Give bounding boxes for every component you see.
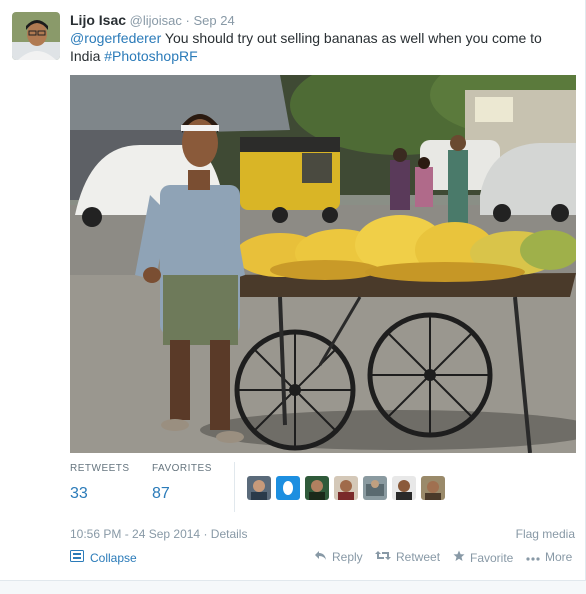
reply-button[interactable]: Reply xyxy=(314,550,363,564)
favoriter-avatar[interactable] xyxy=(276,476,300,500)
retweets-count: 33 xyxy=(70,485,88,502)
favorites-count: 87 xyxy=(152,485,170,502)
reply-icon xyxy=(314,550,327,564)
author-username[interactable]: @lijoisac xyxy=(130,13,182,28)
collapse-icon xyxy=(70,550,84,565)
tweet-header: Lijo Isac @lijoisac · Sep 24 xyxy=(70,12,235,29)
tweet-actions: Collapse Reply Retweet Favorite More xyxy=(70,550,576,568)
tweet-timestamp[interactable]: 10:56 PM - 24 Sep 2014 xyxy=(70,527,200,541)
tweet-card: Lijo Isac @lijoisac · Sep 24 @rogerfeder… xyxy=(0,0,586,580)
tweet-text: @rogerfederer You should try out selling… xyxy=(70,29,570,65)
author-avatar[interactable] xyxy=(12,12,60,60)
more-label: More xyxy=(545,550,573,564)
favoriter-avatar[interactable] xyxy=(334,476,358,500)
retweets-stat[interactable]: RETWEETS 33 xyxy=(70,462,130,504)
star-icon xyxy=(453,550,465,565)
favoriter-avatar[interactable] xyxy=(392,476,416,500)
tweet-stats: RETWEETS 33 FAVORITES 87 xyxy=(70,462,576,512)
details-link[interactable]: Details xyxy=(211,527,248,541)
retweet-icon xyxy=(375,550,391,564)
stats-divider xyxy=(234,462,235,512)
collapse-button[interactable]: Collapse xyxy=(70,550,137,565)
favoriter-avatar[interactable] xyxy=(363,476,387,500)
favorites-stat[interactable]: FAVORITES 87 xyxy=(152,462,212,504)
tweet-metadata: 10:56 PM - 24 Sep 2014 · Details xyxy=(70,527,247,541)
favoriter-avatar[interactable] xyxy=(421,476,445,500)
retweets-label: RETWEETS xyxy=(70,463,130,474)
header-separator: · xyxy=(185,13,190,28)
favorite-label: Favorite xyxy=(470,550,514,565)
bottom-divider xyxy=(0,580,586,594)
flag-media-link[interactable]: Flag media xyxy=(516,527,575,541)
more-dots-icon xyxy=(526,550,540,564)
meta-separator: · xyxy=(203,527,208,541)
tweet-date[interactable]: Sep 24 xyxy=(193,13,234,28)
favoriter-avatar[interactable] xyxy=(305,476,329,500)
reply-label: Reply xyxy=(332,550,363,564)
retweet-button[interactable]: Retweet xyxy=(375,550,440,564)
retweet-label: Retweet xyxy=(396,550,441,564)
hashtag-link[interactable]: #PhotoshopRF xyxy=(104,48,197,64)
mention-link[interactable]: @rogerfederer xyxy=(70,30,161,46)
favorites-label: FAVORITES xyxy=(152,463,212,474)
author-fullname[interactable]: Lijo Isac xyxy=(70,12,126,28)
collapse-label: Collapse xyxy=(90,550,137,565)
more-button[interactable]: More xyxy=(526,550,572,564)
favorite-button[interactable]: Favorite xyxy=(453,550,513,565)
favoriter-avatar[interactable] xyxy=(247,476,271,500)
tweet-photo[interactable] xyxy=(70,75,576,453)
